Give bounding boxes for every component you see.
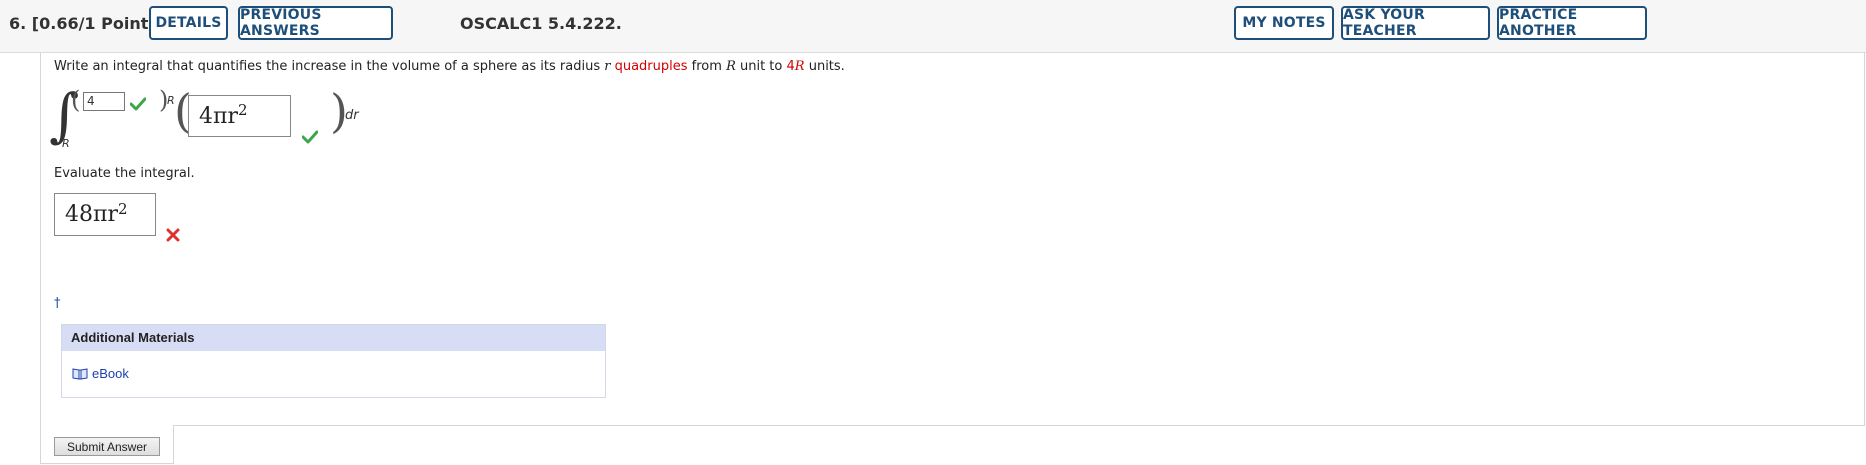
integrand-correct-icon [302,130,318,144]
previous-answers-button[interactable]: PREVIOUS ANSWERS [238,6,393,40]
question-header: 6. [0.66/1 Points] DETAILS PREVIOUS ANSW… [0,0,1866,53]
scroll-top-arrow-icon[interactable]: † [54,296,61,311]
incorrect-icon [166,228,180,242]
submit-tab-gap [41,425,173,427]
submit-tab: Submit Answer [40,426,174,464]
question-code: OSCALC1 5.4.222. [460,14,622,33]
question-points: [0.66/1 Points] [31,14,166,33]
evaluate-label: Evaluate the integral. [54,166,195,181]
upper-limit-input[interactable]: 4 [83,92,125,111]
integral-lower-limit: R [62,137,70,150]
evaluate-answer-input[interactable]: 48πr 2 [54,193,156,236]
var-R: R [726,59,736,74]
upper-limit-open-paren: ( [71,86,81,114]
my-notes-button[interactable]: MY NOTES [1234,6,1334,40]
ebook-link[interactable]: eBook [72,366,129,381]
details-button[interactable]: DETAILS [149,6,228,40]
ebook-label: eBook [92,366,129,381]
book-icon [72,367,88,380]
submit-answer-button[interactable]: Submit Answer [54,437,160,456]
question-prompt: Write an integral that quantifies the in… [54,59,845,74]
var-R-highlight: R [794,59,805,74]
integral-differential: dr [345,108,359,123]
integrand-input[interactable]: 4πr 2 [188,95,291,137]
ask-your-teacher-button[interactable]: ASK YOUR TEACHER [1341,6,1490,40]
additional-materials-title: Additional Materials [62,325,605,351]
additional-materials-box: Additional Materials eBook [61,324,606,398]
highlight-quadruples: quadruples [614,59,688,74]
question-title: 6. [0.66/1 Points] [9,14,165,33]
upper-limit-correct-icon [130,97,146,111]
practice-another-button[interactable]: PRACTICE ANOTHER [1497,6,1647,40]
question-number: 6. [9,14,27,33]
highlight-four: 4 [786,59,795,74]
